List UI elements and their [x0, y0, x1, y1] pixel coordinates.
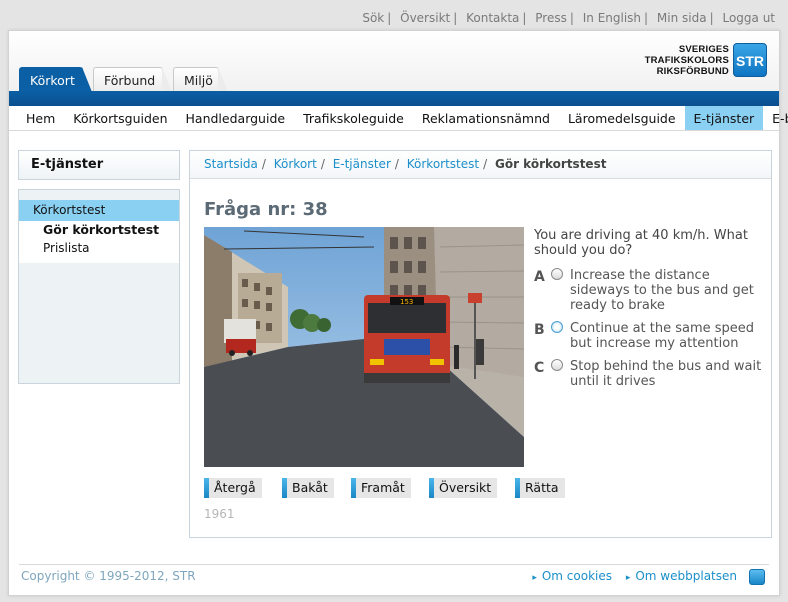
link-min-sida[interactable]: Min sida [657, 11, 707, 25]
link-logga-ut[interactable]: Logga ut [722, 11, 775, 25]
separator: | [644, 11, 649, 25]
answer-b[interactable]: B Continue at the same speed but increas… [534, 321, 766, 351]
utility-links: Sök | Översikt | Kontakta | Press | In Engli… [362, 11, 775, 25]
arrow-right-icon: ▸ [625, 573, 631, 583]
separator: | [453, 11, 458, 25]
breadcrumb-korkort[interactable]: Körkort [274, 157, 317, 171]
nav-korkortsguiden[interactable]: Körkortsguiden [64, 106, 176, 130]
content-panel: Startsida / Körkort / E-tjänster / Körkorts… [189, 150, 772, 538]
logo-line: SVERIGES [678, 43, 729, 55]
back-to-start-button[interactable]: Återgå [204, 478, 262, 498]
sidebar: Körkortstest Gör körkortstest Prislista [18, 189, 180, 384]
footer-links: ▸ Om cookies ▸ Om webbplatsen [522, 569, 737, 583]
nav-hem[interactable]: Hem [17, 106, 64, 130]
sidebar-item-prislista[interactable]: Prislista [19, 239, 179, 263]
tab-corner [218, 67, 228, 92]
answer-a[interactable]: A Increase the distance sideways to the … [534, 268, 766, 313]
nav-trafikskoleguide[interactable]: Trafikskoleguide [294, 106, 413, 130]
answer-letter: A [534, 269, 545, 285]
answer-text: Continue at the same speed but increase … [570, 321, 755, 351]
brand-bar [9, 91, 779, 106]
footer-divider [19, 564, 769, 565]
answer-text: Increase the distance sideways to the bu… [570, 268, 754, 313]
footer-link-om-webbplatsen[interactable]: ▸ Om webbplatsen [626, 569, 737, 583]
link-oversikt[interactable]: Översikt [400, 11, 450, 25]
footer-link-label: Om webbplatsen [635, 569, 737, 583]
sidebar-item-korkortstest[interactable]: Körkortstest [19, 200, 179, 221]
footer-link-label: Om cookies [541, 569, 612, 583]
tab-corner [162, 67, 172, 92]
next-button[interactable]: Framåt [351, 478, 411, 498]
page-frame: Körkort Förbund Miljö SVERIGES TRAFIKSKO… [8, 30, 788, 596]
answer-a-radio[interactable] [551, 268, 563, 280]
logo-text: SVERIGES TRAFIKSKOLORS RIKSFÖRBUND [645, 44, 729, 77]
separator: | [522, 11, 527, 25]
tab-forbund[interactable]: Förbund [93, 67, 172, 92]
copyright: Copyright © 1995-2012, STR [21, 569, 196, 583]
answer-text: Stop behind the bus and wait until it dr… [570, 359, 762, 389]
question-id: 1961 [204, 507, 235, 521]
previous-button[interactable]: Bakåt [282, 478, 334, 498]
nav-e-butik[interactable]: E-butik [763, 106, 788, 130]
link-sok[interactable]: Sök [362, 11, 384, 25]
breadcrumb-korkortstest[interactable]: Körkortstest [407, 157, 479, 171]
sidebar-item-gor-korkortstest[interactable]: Gör körkortstest [19, 221, 179, 239]
nav-e-tjanster[interactable]: E-tjänster [684, 106, 764, 130]
link-in-english[interactable]: In English [583, 11, 641, 25]
str-icon[interactable] [749, 569, 765, 585]
logo-line: TRAFIKSKOLORS [644, 54, 729, 66]
sidebar-title: E-tjänster [18, 150, 180, 180]
tab-label: Miljö [184, 73, 213, 88]
breadcrumb-separator: / [483, 157, 488, 171]
breadcrumb-current: Gör körkortstest [494, 157, 607, 171]
breadcrumb-startsida[interactable]: Startsida [204, 157, 258, 171]
answer-letter: B [534, 322, 545, 338]
str-logo-icon: STR [733, 43, 767, 77]
tab-miljo[interactable]: Miljö [173, 67, 228, 92]
link-press[interactable]: Press [535, 11, 567, 25]
tab-label: Körkort [30, 73, 75, 88]
tab-corner [82, 67, 92, 92]
nav-laromedelsguide[interactable]: Läromedelsguide [559, 106, 685, 130]
separator: | [569, 11, 574, 25]
answer-c[interactable]: C Stop behind the bus and wait until it … [534, 359, 766, 389]
nav-reklamationsnamnd[interactable]: Reklamationsnämnd [413, 106, 559, 130]
breadcrumb-e-tjanster[interactable]: E-tjänster [333, 157, 391, 171]
separator: | [709, 11, 714, 25]
question-text: You are driving at 40 km/h. What should … [534, 228, 748, 258]
answer-letter: C [534, 360, 545, 376]
nav-handledarguide[interactable]: Handledarguide [177, 106, 295, 130]
question-title: Fråga nr: 38 [204, 199, 328, 220]
overview-button[interactable]: Översikt [429, 478, 498, 498]
logo-line: RIKSFÖRBUND [656, 65, 729, 77]
tab-korkort[interactable]: Körkort [19, 67, 92, 92]
answer-b-radio[interactable] [551, 321, 563, 333]
site-header: Körkort Förbund Miljö SVERIGES TRAFIKSKO… [9, 31, 779, 92]
street-scene-image: 153 [204, 227, 524, 467]
breadcrumb-separator: / [261, 157, 266, 171]
tab-label: Förbund [104, 73, 156, 88]
footer-link-om-cookies[interactable]: ▸ Om cookies [532, 569, 612, 583]
breadcrumb: Startsida / Körkort / E-tjänster / Körkorts… [190, 151, 771, 179]
main-nav: Hem Körkortsguiden Handledarguide Trafik… [9, 106, 788, 131]
breadcrumb-separator: / [394, 157, 399, 171]
arrow-right-icon: ▸ [532, 573, 537, 583]
answer-c-radio[interactable] [551, 359, 563, 371]
separator: | [387, 11, 392, 25]
str-logo[interactable]: SVERIGES TRAFIKSKOLORS RIKSFÖRBUND STR [645, 42, 767, 78]
bus-sign-text: 153 [400, 298, 413, 306]
correct-button[interactable]: Rätta [515, 478, 565, 498]
question-photo: 153 [204, 227, 524, 467]
link-kontakta[interactable]: Kontakta [466, 11, 519, 25]
sidebar-list: Körkortstest Gör körkortstest Prislista [19, 200, 179, 263]
breadcrumb-separator: / [320, 157, 325, 171]
